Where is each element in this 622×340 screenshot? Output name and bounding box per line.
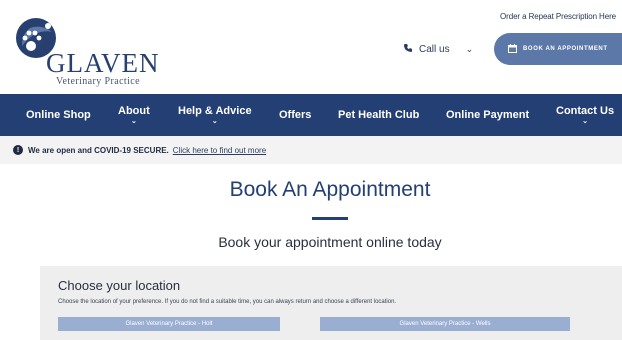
location-panel: Choose your location Choose the location… xyxy=(40,266,622,340)
call-us-dropdown[interactable]: Call us ⌄ xyxy=(403,43,473,56)
alert-message: We are open and COVID-19 SECURE. xyxy=(28,145,169,155)
page-subtitle: Book your appointment online today xyxy=(218,234,442,250)
book-appointment-button[interactable]: BOOK AN APPOINTMENT xyxy=(494,33,622,65)
nav-item-about[interactable]: About ⌄ xyxy=(118,94,150,136)
nav-item-label: Pet Health Club xyxy=(338,109,420,121)
page-title: Book An Appointment xyxy=(229,178,431,201)
nav-item-label: Help & Advice xyxy=(178,105,252,117)
site-header: GLAVEN Veterinary Practice Order a Repea… xyxy=(0,0,622,94)
nav-item-help-advice[interactable]: Help & Advice ⌄ xyxy=(178,94,252,136)
repeat-prescription-link[interactable]: Order a Repeat Prescription Here xyxy=(500,12,616,21)
phone-icon xyxy=(403,43,413,56)
location-title: Choose your location xyxy=(58,278,181,293)
chevron-down-icon: ⌄ xyxy=(465,44,474,54)
nav-item-online-payment[interactable]: Online Payment xyxy=(446,94,529,136)
location-button-holt[interactable]: Glaven Veterinary Practice - Holt xyxy=(58,317,280,331)
covid-alert-bar: ! We are open and COVID-19 SECURE. Click… xyxy=(0,136,622,164)
nav-item-label: Online Shop xyxy=(26,109,91,121)
logo-name: GLAVEN xyxy=(46,48,160,78)
title-divider xyxy=(312,217,348,220)
nav-item-online-shop[interactable]: Online Shop xyxy=(26,94,91,136)
book-appointment-label: BOOK AN APPOINTMENT xyxy=(523,46,608,52)
chevron-down-icon: ⌄ xyxy=(582,118,588,125)
nav-item-offers[interactable]: Offers xyxy=(279,94,311,136)
nav-item-contact-us[interactable]: Contact Us ⌄ xyxy=(556,94,614,136)
logo[interactable]: GLAVEN Veterinary Practice xyxy=(12,14,162,87)
info-icon: ! xyxy=(13,145,23,155)
nav-item-label: About xyxy=(118,105,150,117)
calendar-icon xyxy=(508,43,517,55)
nav-item-label: Contact Us xyxy=(556,105,615,117)
location-description: Choose the location of your preference. … xyxy=(58,299,397,305)
location-button-wells[interactable]: Glaven Veterinary Practice - Wells xyxy=(320,317,570,331)
nav-item-pet-health-club[interactable]: Pet Health Club xyxy=(338,94,419,136)
main-nav: Online Shop About ⌄ Help & Advice ⌄ Offe… xyxy=(0,94,622,136)
nav-item-label: Online Payment xyxy=(446,109,530,121)
nav-item-label: Offers xyxy=(279,109,312,121)
logo-tagline: Veterinary Practice xyxy=(56,76,140,87)
alert-link[interactable]: Click here to find out more xyxy=(173,146,266,155)
chevron-down-icon: ⌄ xyxy=(211,118,218,125)
call-us-label: Call us xyxy=(419,44,450,55)
chevron-down-icon: ⌄ xyxy=(130,118,137,125)
